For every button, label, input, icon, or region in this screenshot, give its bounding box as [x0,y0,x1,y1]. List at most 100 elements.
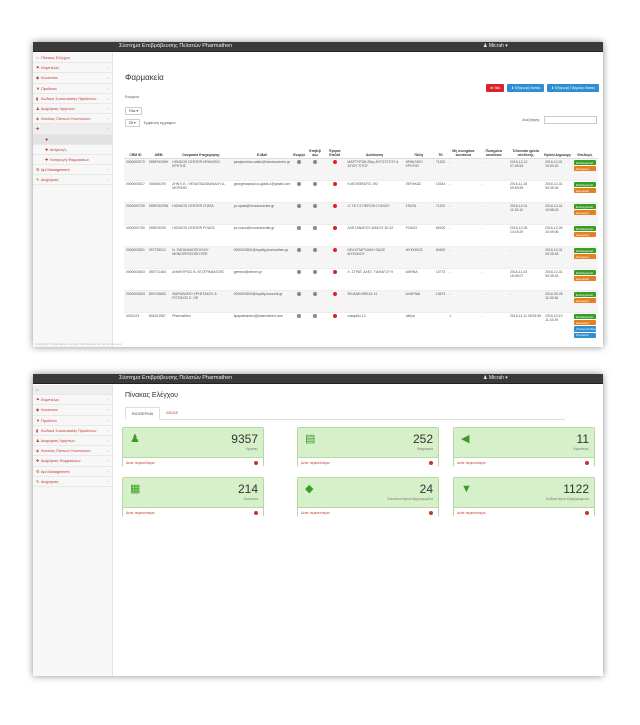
edit-button[interactable]: Επεξεργασία [573,314,596,320]
delete-button[interactable]: Διαγραφή [573,320,596,326]
sidebar-item[interactable]: ◆ Κουπόνια ‹ [33,73,112,84]
gear-icon[interactable] [297,270,302,274]
sidebar-item[interactable]: ⚑ Κάμπτελες ‹ [33,395,112,406]
gear-icon[interactable] [313,160,318,164]
sidebar-item[interactable]: ▼ Προϊόντα ‹ [33,416,112,426]
sidebar-subitem[interactable]: ✚ Εισαγωγή Φαρμακείων [33,155,112,166]
edit-button[interactable]: Επεξεργασία [573,182,596,188]
details-link[interactable]: Δείτε περισσότερα [123,457,263,467]
close-icon[interactable] [332,182,337,186]
close-icon[interactable] [332,226,337,230]
delete-button[interactable]: Διαγραφή [573,188,596,194]
delete-button[interactable]: Διαγραφή [573,276,596,282]
actions-select[interactable]: Όλα ▾ [125,107,143,115]
gear-icon[interactable] [313,314,318,318]
delete-button[interactable]: Διαγραφή [573,298,596,304]
details-link[interactable]: Δείτε περισσότερα [298,457,438,467]
close-icon[interactable] [332,270,337,274]
sidebar-item[interactable]: ◈ Κανόνες Πόντων/ Κουπονιών ‹ [33,114,112,125]
search-input[interactable] [544,116,597,124]
page-size-select[interactable]: 25 ▾ [125,119,140,127]
details-link[interactable]: Δείτε περισσότερα [298,507,438,517]
gear-icon[interactable] [313,182,318,186]
new-button[interactable]: ⊕ Νέο [486,84,505,92]
delete-button[interactable]: Διαγραφή [573,210,596,216]
gear-icon[interactable] [313,204,318,208]
gear-icon[interactable] [297,292,302,296]
column-header[interactable]: ΤΚ [433,133,448,159]
column-header[interactable]: ΑΦΜ [146,133,171,159]
sidebar-item[interactable]: ⚙ Api Management ‹ [33,165,112,176]
sales-button[interactable]: Πωλήσεις [573,332,596,338]
delete-button[interactable]: Διαγραφή [573,232,596,238]
pharmacy-icon: ✚ [45,136,49,142]
sidebar-item[interactable]: ✎ Διαχείριση ‹ [33,477,112,487]
column-header[interactable]: Επιβεβ αιω [306,133,324,159]
edit-button[interactable]: Επεξεργασία [573,270,596,276]
column-header[interactable]: Ενεργό [292,133,307,159]
column-header[interactable]: Τελευταία ημ/νία σύνδεσης [508,133,544,159]
sidebar-item[interactable]: ♟ Διαχείριση Χρηστών ‹ [33,104,112,115]
edit-button[interactable]: Επεξεργασία [573,226,596,232]
details-link[interactable]: Δείτε περισσότερα [454,457,594,467]
sidebar-item[interactable]: ▮ Κωδικοί Συσκευασίας Προϊόντων ‹ [33,426,112,436]
edit-button[interactable]: Επεξεργασία [573,160,596,166]
gear-icon[interactable] [297,226,302,230]
sidebar-item[interactable]: ✚ Διαχείριση Φαρμακείων‹ [33,456,112,467]
sidebar-item[interactable]: ◆ Κουπόνια ‹ [33,405,112,416]
export-list-button[interactable]: ⬇ Εξαγωγή Λίστας [507,84,545,92]
details-link[interactable]: Δείτε περισσότερα [454,507,594,517]
address-cell: ΑΛΕΞΑΝΔΡΟΥ ΔΙΑΚΟΥ 30-32 [345,223,404,246]
sidebar-item[interactable]: ⌂ Πίνακας Ελέγχου [33,53,112,64]
sidebar-item[interactable]: ⚙ Api Management ‹ [33,467,112,477]
close-icon[interactable] [332,248,337,252]
column-header[interactable]: Πωτημένα κουπόνια [479,133,509,159]
close-icon[interactable] [332,160,337,164]
sidebar-item[interactable]: ▮ Κωδικοί Συσκευασίας Προϊόντων ‹ [33,94,112,104]
export-full-list-button[interactable]: ⬇ Εξαγωγή Πλήρους Λίστας [547,84,599,92]
sidebar-subitem[interactable]: ✚ Φαρμακεία [33,134,112,145]
gear-icon[interactable] [297,204,302,208]
sidebar-item[interactable]: ✚ Διαχείριση Φαρμακείων‹ [33,124,112,135]
gear-icon[interactable] [297,182,302,186]
column-header[interactable]: E-Mail [231,133,293,159]
delete-button[interactable]: Διαγραφή [573,254,596,260]
close-icon[interactable] [332,204,337,208]
column-header[interactable]: Διεύθυνση [345,133,404,159]
column-header[interactable]: CRM ID [124,133,147,159]
close-icon[interactable] [332,292,337,296]
gear-icon[interactable] [297,248,302,252]
details-link[interactable]: Δείτε περισσότερα [123,507,263,517]
sidebar-item[interactable]: ⚑ Κάμπτελες ‹ [33,63,112,74]
sidebar-item-label: Κωδικοί Συσκευασίας Προϊόντων [41,428,97,433]
edit-button[interactable]: Επεξεργασία [573,292,596,298]
gear-icon[interactable] [313,248,318,252]
tab-biotherma[interactable]: ΒΙΟΘΕΡΜΑ [125,407,161,420]
user-menu[interactable]: ♟ Micrah ▾ [483,375,508,381]
gear-icon[interactable] [313,270,318,274]
column-header[interactable]: Πόλη [403,133,434,159]
sidebar-item[interactable]: ▼ Προϊόντα ‹ [33,84,112,94]
column-header[interactable]: Ονομασία Επιχείρησης [170,133,232,159]
column-header[interactable]: Μη σωτημένα κουπόνια [447,133,480,159]
sidebar-subitem[interactable]: ✚ Αιτήσεις/ς [33,145,112,155]
gear-icon[interactable] [297,160,302,164]
change-password-button[interactable]: Αλλαγή Κωδικού [573,326,598,332]
tab-moxe[interactable]: ΜΟΧΕ [160,407,184,419]
sidebar-item[interactable]: ✎ Διαχείριση ‹ [33,175,112,186]
edit-button[interactable]: Επεξεργασία [573,204,596,210]
delete-button[interactable]: Διαγραφή [573,166,596,172]
close-icon[interactable] [332,314,337,318]
sidebar-item[interactable]: ◈ Κανόνες Πόντων/ Κουπονιών ‹ [33,446,112,457]
sidebar-item[interactable]: ♟ Διαχείριση Χρηστών ‹ [33,436,112,447]
gear-icon[interactable] [297,314,302,318]
edit-button[interactable]: Επεξεργασία [573,248,596,254]
user-menu[interactable]: ♟ Micrah ▾ [483,43,508,49]
user-icon: ♟ [130,433,140,445]
sidebar-item[interactable]: ⌂ Πίνακας Ελέγχου [33,385,112,396]
column-header[interactable]: Ημ/νία Δημιουργ [543,133,572,159]
column-header[interactable]: Επιλογές [571,133,598,159]
gear-icon[interactable] [313,226,318,230]
column-header[interactable]: Έγκρισ Επιλέθ [323,133,346,159]
gear-icon[interactable] [313,292,318,296]
